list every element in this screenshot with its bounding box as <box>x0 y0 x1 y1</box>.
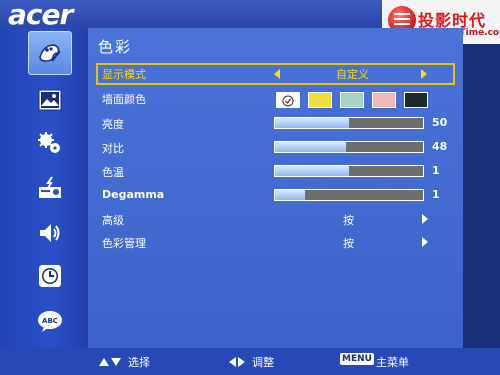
advanced-action: 按 <box>343 214 354 227</box>
degamma-slider[interactable] <box>274 189 424 201</box>
color-management-row[interactable]: 色彩管理 按 <box>96 232 454 254</box>
sidebar-item-timer[interactable] <box>34 260 66 292</box>
sidebar-item-image[interactable] <box>34 84 66 116</box>
left-right-arrows-icon <box>229 357 245 367</box>
page-title: 色彩 <box>98 38 133 56</box>
wall-color-swatch[interactable] <box>404 92 428 108</box>
check-circle-icon <box>282 95 294 107</box>
hint-main-menu: 主菜单 <box>376 356 409 369</box>
color-management-action: 按 <box>343 237 354 250</box>
advanced-row[interactable]: 高级 按 <box>96 209 454 231</box>
wall-color-swatch[interactable] <box>340 92 364 108</box>
contrast-value: 48 <box>432 140 448 153</box>
acer-logo: acer <box>8 0 73 31</box>
speaker-volume-icon <box>40 224 60 242</box>
up-down-arrows-icon <box>99 358 121 366</box>
color-temp-slider[interactable] <box>274 165 424 177</box>
contrast-slider[interactable] <box>274 141 424 153</box>
wall-color-swatch[interactable] <box>372 92 396 108</box>
settings-gears-icon <box>38 132 60 153</box>
advanced-arrow-icon[interactable] <box>422 214 428 224</box>
projector-icon <box>39 176 61 198</box>
image-icon <box>38 89 62 111</box>
arrow-left-icon[interactable] <box>274 69 280 79</box>
color-management-arrow-icon[interactable] <box>422 237 428 247</box>
brightness-value: 50 <box>432 116 448 129</box>
clock-timer-icon <box>39 265 61 287</box>
language-abc-icon: ABC <box>38 311 62 332</box>
display-mode-label: 显示模式 <box>102 68 146 81</box>
sidebar-item-audio[interactable] <box>34 217 66 249</box>
color-management-label: 色彩管理 <box>102 237 146 250</box>
wall-color-swatch[interactable] <box>276 92 300 108</box>
arrow-right-icon[interactable] <box>421 69 427 79</box>
contrast-label: 对比 <box>102 142 124 155</box>
advanced-label: 高级 <box>102 214 124 227</box>
hint-select: 选择 <box>128 356 150 369</box>
menu-key-icon: MENU <box>340 353 374 365</box>
brightness-label: 亮度 <box>102 118 124 131</box>
wall-color-row[interactable]: 墙面颜色 <box>96 88 454 110</box>
hint-bar: 选择 调整 MENU 主菜单 <box>0 348 500 375</box>
degamma-value: 1 <box>432 188 440 201</box>
brightness-slider[interactable] <box>274 117 424 129</box>
color-palette-icon <box>39 44 61 62</box>
color-temp-value: 1 <box>432 164 440 177</box>
display-mode-value: 自定义 <box>336 68 369 81</box>
wall-color-swatch[interactable] <box>308 92 332 108</box>
svg-text:ABC: ABC <box>42 317 58 325</box>
display-mode-row[interactable]: 显示模式 自定义 <box>96 63 455 85</box>
sidebar-item-settings[interactable] <box>34 127 66 159</box>
wall-color-label: 墙面颜色 <box>102 93 146 106</box>
color-temp-label: 色温 <box>102 166 124 179</box>
sidebar-item-color[interactable] <box>28 31 72 75</box>
hint-adjust: 调整 <box>252 356 274 369</box>
sidebar-item-projector[interactable] <box>34 172 66 204</box>
degamma-label: Degamma <box>102 188 165 201</box>
sidebar-item-language[interactable]: ABC <box>34 305 66 337</box>
